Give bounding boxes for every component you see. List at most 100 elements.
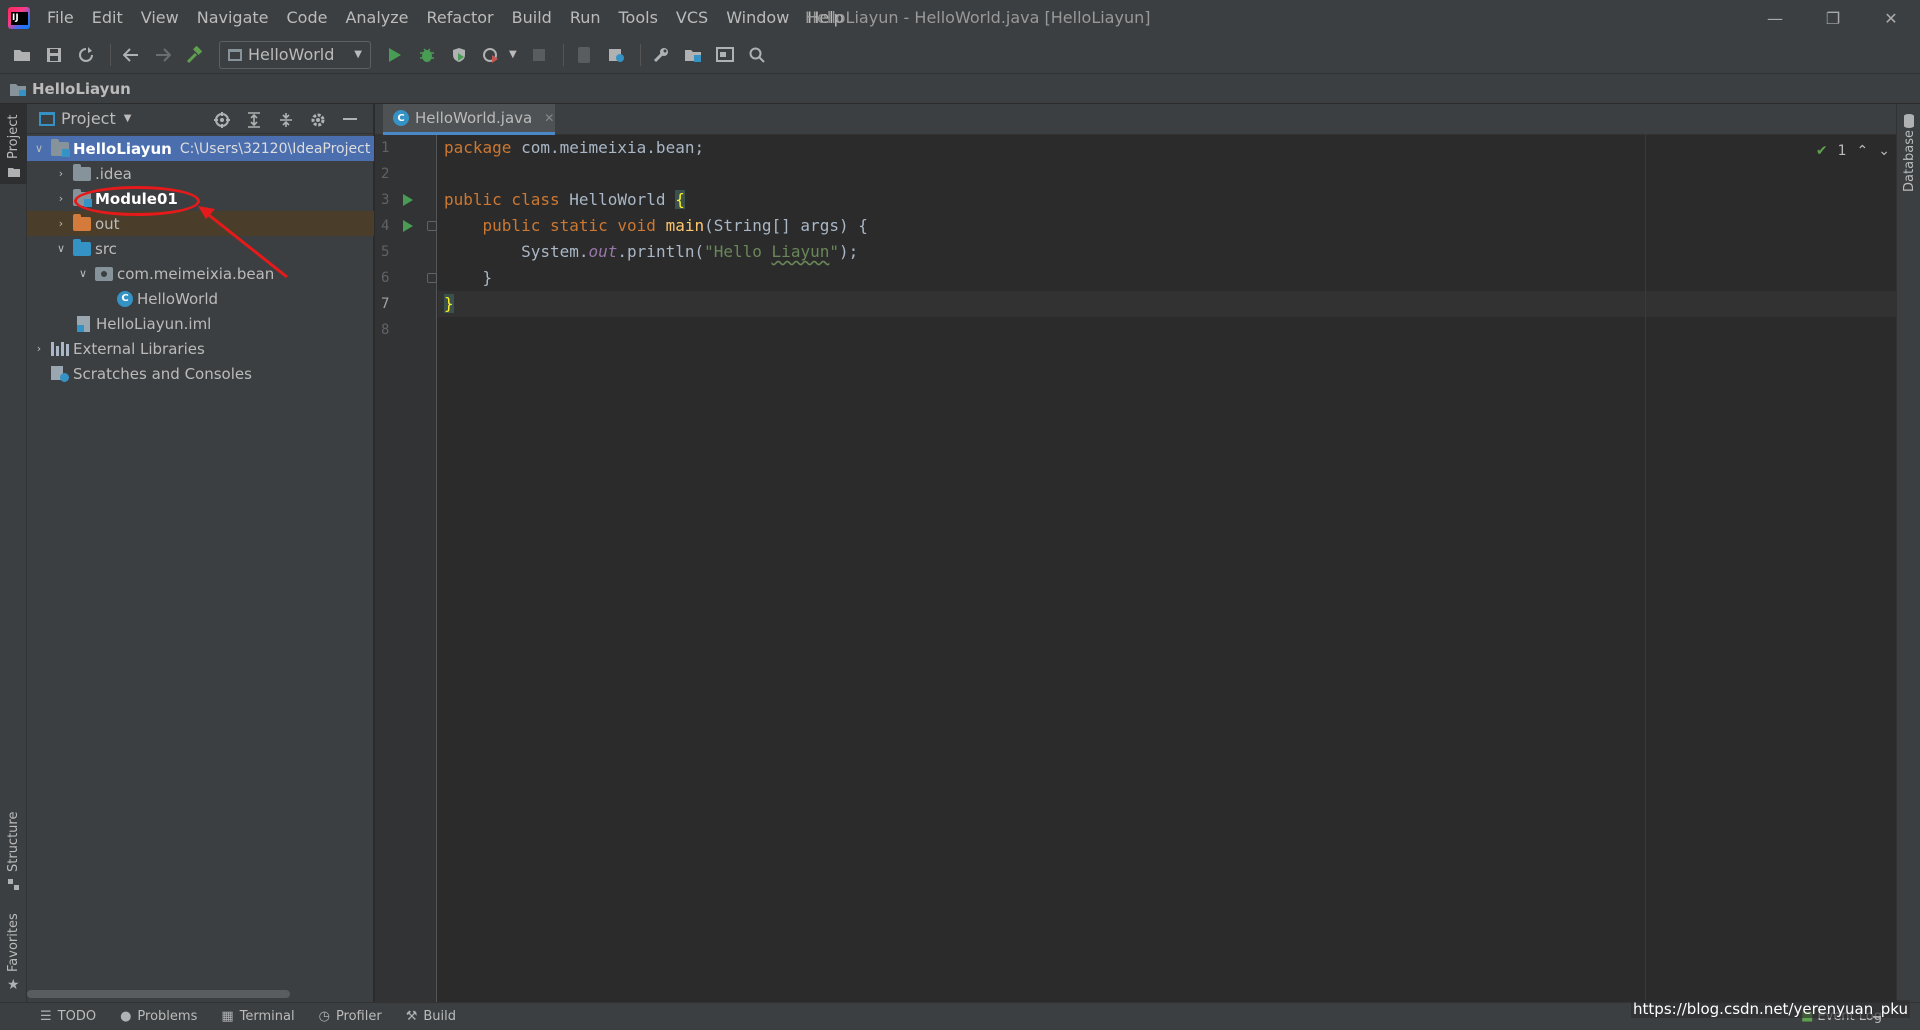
close-button[interactable]: ✕ (1862, 0, 1920, 36)
collapse-all-icon[interactable] (273, 108, 299, 132)
run-configuration-dropdown[interactable]: HelloWorld ▼ (219, 40, 371, 69)
code-line: public static void main(String[] args) { (482, 216, 868, 235)
tree-item-label: Scratches and Consoles (73, 364, 252, 383)
line-number: 8 (381, 322, 390, 338)
panel-actions (209, 108, 369, 132)
project-view-selector[interactable]: Project (61, 109, 116, 128)
build-icon[interactable] (181, 41, 209, 69)
coverage-icon[interactable] (445, 41, 473, 69)
horizontal-scrollbar[interactable] (27, 990, 290, 998)
tree-item-idea[interactable]: › .idea (27, 161, 374, 186)
hammer-icon: ⚒ (405, 1009, 418, 1024)
menu-view[interactable]: View (132, 0, 188, 36)
tab-problems-label: Problems (137, 1009, 198, 1024)
chevron-down-icon[interactable]: ▼ (124, 113, 132, 124)
menu-code[interactable]: Code (278, 0, 337, 36)
fold-icon[interactable] (427, 273, 437, 283)
tab-project[interactable]: Project (0, 104, 27, 184)
close-icon[interactable]: ✕ (544, 111, 554, 125)
line-number: 5 (381, 244, 390, 260)
chevron-right-icon[interactable]: › (53, 192, 69, 205)
search-icon[interactable] (743, 41, 771, 69)
tab-problems[interactable]: ● Problems (120, 1009, 197, 1024)
database-sync-icon[interactable] (602, 41, 630, 69)
forward-icon[interactable] (149, 41, 177, 69)
tree-item-helloworld-class[interactable]: C HelloWorld (27, 286, 374, 311)
chevron-down-icon[interactable]: ∨ (53, 242, 69, 255)
menu-file[interactable]: File (38, 0, 83, 36)
tree-item-label: .idea (95, 164, 132, 183)
breadcrumb: HelloLiayun (0, 74, 1920, 104)
tree-item-label: External Libraries (73, 339, 205, 358)
breadcrumb-project[interactable]: HelloLiayun (32, 80, 131, 98)
tab-todo[interactable]: ☰ TODO (40, 1009, 96, 1024)
back-icon[interactable] (117, 41, 145, 69)
chevron-down-icon[interactable]: ∨ (31, 142, 47, 155)
project-tool-window: Project ▼ ∨ HelloLiayun C:\Users\32120\I… (27, 104, 374, 1002)
tree-item-label: HelloLiayun.iml (96, 314, 212, 333)
chevron-right-icon[interactable]: › (53, 167, 69, 180)
menu-refactor[interactable]: Refactor (418, 0, 503, 36)
run-main-gutter-icon[interactable] (402, 219, 414, 233)
inspection-widget[interactable]: ✔ 1 ⌃ ⌄ (1816, 143, 1890, 159)
menu-vcs[interactable]: VCS (667, 0, 717, 36)
tree-item-scratches[interactable]: Scratches and Consoles (27, 361, 374, 386)
open-icon[interactable] (8, 41, 36, 69)
profiler-icon: ◷ (318, 1009, 330, 1024)
project-view-icon (39, 111, 55, 126)
profile-icon[interactable] (477, 41, 505, 69)
profile-dropdown-icon[interactable]: ▼ (509, 49, 517, 60)
line-number: 2 (381, 166, 390, 182)
stop-icon[interactable] (525, 41, 553, 69)
debug-icon[interactable] (413, 41, 441, 69)
restore-button[interactable]: ❐ (1804, 0, 1862, 36)
locate-icon[interactable] (209, 108, 235, 132)
menu-edit[interactable]: Edit (83, 0, 132, 36)
project-structure-icon[interactable] (679, 41, 707, 69)
minimize-button[interactable]: — (1746, 0, 1804, 36)
chevron-down-icon[interactable]: ∨ (75, 267, 91, 280)
menu-build[interactable]: Build (503, 0, 561, 36)
presentation-icon[interactable] (711, 41, 739, 69)
save-icon[interactable] (40, 41, 68, 69)
menu-run[interactable]: Run (561, 0, 610, 36)
database-icon (1904, 114, 1914, 128)
chevron-right-icon[interactable]: › (53, 217, 69, 230)
tree-item-external-libraries[interactable]: › External Libraries (27, 336, 374, 361)
device-icon[interactable] (570, 41, 598, 69)
tab-terminal[interactable]: ▦ Terminal (221, 1009, 294, 1024)
tab-structure[interactable]: Structure (0, 804, 27, 894)
tab-profiler[interactable]: ◷ Profiler (319, 1009, 382, 1024)
main-toolbar: HelloWorld ▼ ▼ (0, 36, 1920, 74)
menu-navigate[interactable]: Navigate (188, 0, 278, 36)
menu-analyze[interactable]: Analyze (336, 0, 417, 36)
fold-icon[interactable] (427, 221, 437, 231)
chevron-right-icon[interactable]: › (31, 342, 47, 355)
hide-panel-icon[interactable] (337, 108, 363, 132)
tab-database[interactable]: Database (1897, 104, 1920, 194)
right-tool-strip: Database (1896, 104, 1920, 1002)
run-class-gutter-icon[interactable] (402, 193, 414, 207)
run-icon[interactable] (381, 41, 409, 69)
tree-item-src[interactable]: ∨ src (27, 236, 374, 261)
menu-window[interactable]: Window (717, 0, 798, 36)
tab-favorites[interactable]: Favorites ★ (0, 904, 27, 996)
menu-tools[interactable]: Tools (610, 0, 667, 36)
line-number: 1 (381, 140, 390, 156)
expand-all-icon[interactable] (241, 108, 267, 132)
sync-icon[interactable] (72, 41, 100, 69)
tree-item-package[interactable]: ∨ com.meimeixia.bean (27, 261, 374, 286)
code-editor[interactable]: package com.meimeixia.bean; public class… (438, 135, 1896, 1002)
gear-icon[interactable] (305, 108, 331, 132)
settings-icon[interactable] (647, 41, 675, 69)
tree-item-out[interactable]: › out (27, 211, 374, 236)
excluded-folder-icon (73, 213, 91, 231)
tree-item-project-root[interactable]: ∨ HelloLiayun C:\Users\32120\IdeaProject (27, 136, 374, 161)
tree-item-iml[interactable]: HelloLiayun.iml (27, 311, 374, 336)
chevron-down-icon[interactable]: ⌄ (1878, 143, 1890, 159)
toolbar-separator (110, 43, 111, 66)
chevron-up-icon[interactable]: ⌃ (1857, 143, 1869, 159)
tab-helloworld-java[interactable]: C HelloWorld.java ✕ (383, 104, 555, 135)
tab-build[interactable]: ⚒ Build (406, 1009, 456, 1024)
toolbar-separator (562, 43, 564, 66)
